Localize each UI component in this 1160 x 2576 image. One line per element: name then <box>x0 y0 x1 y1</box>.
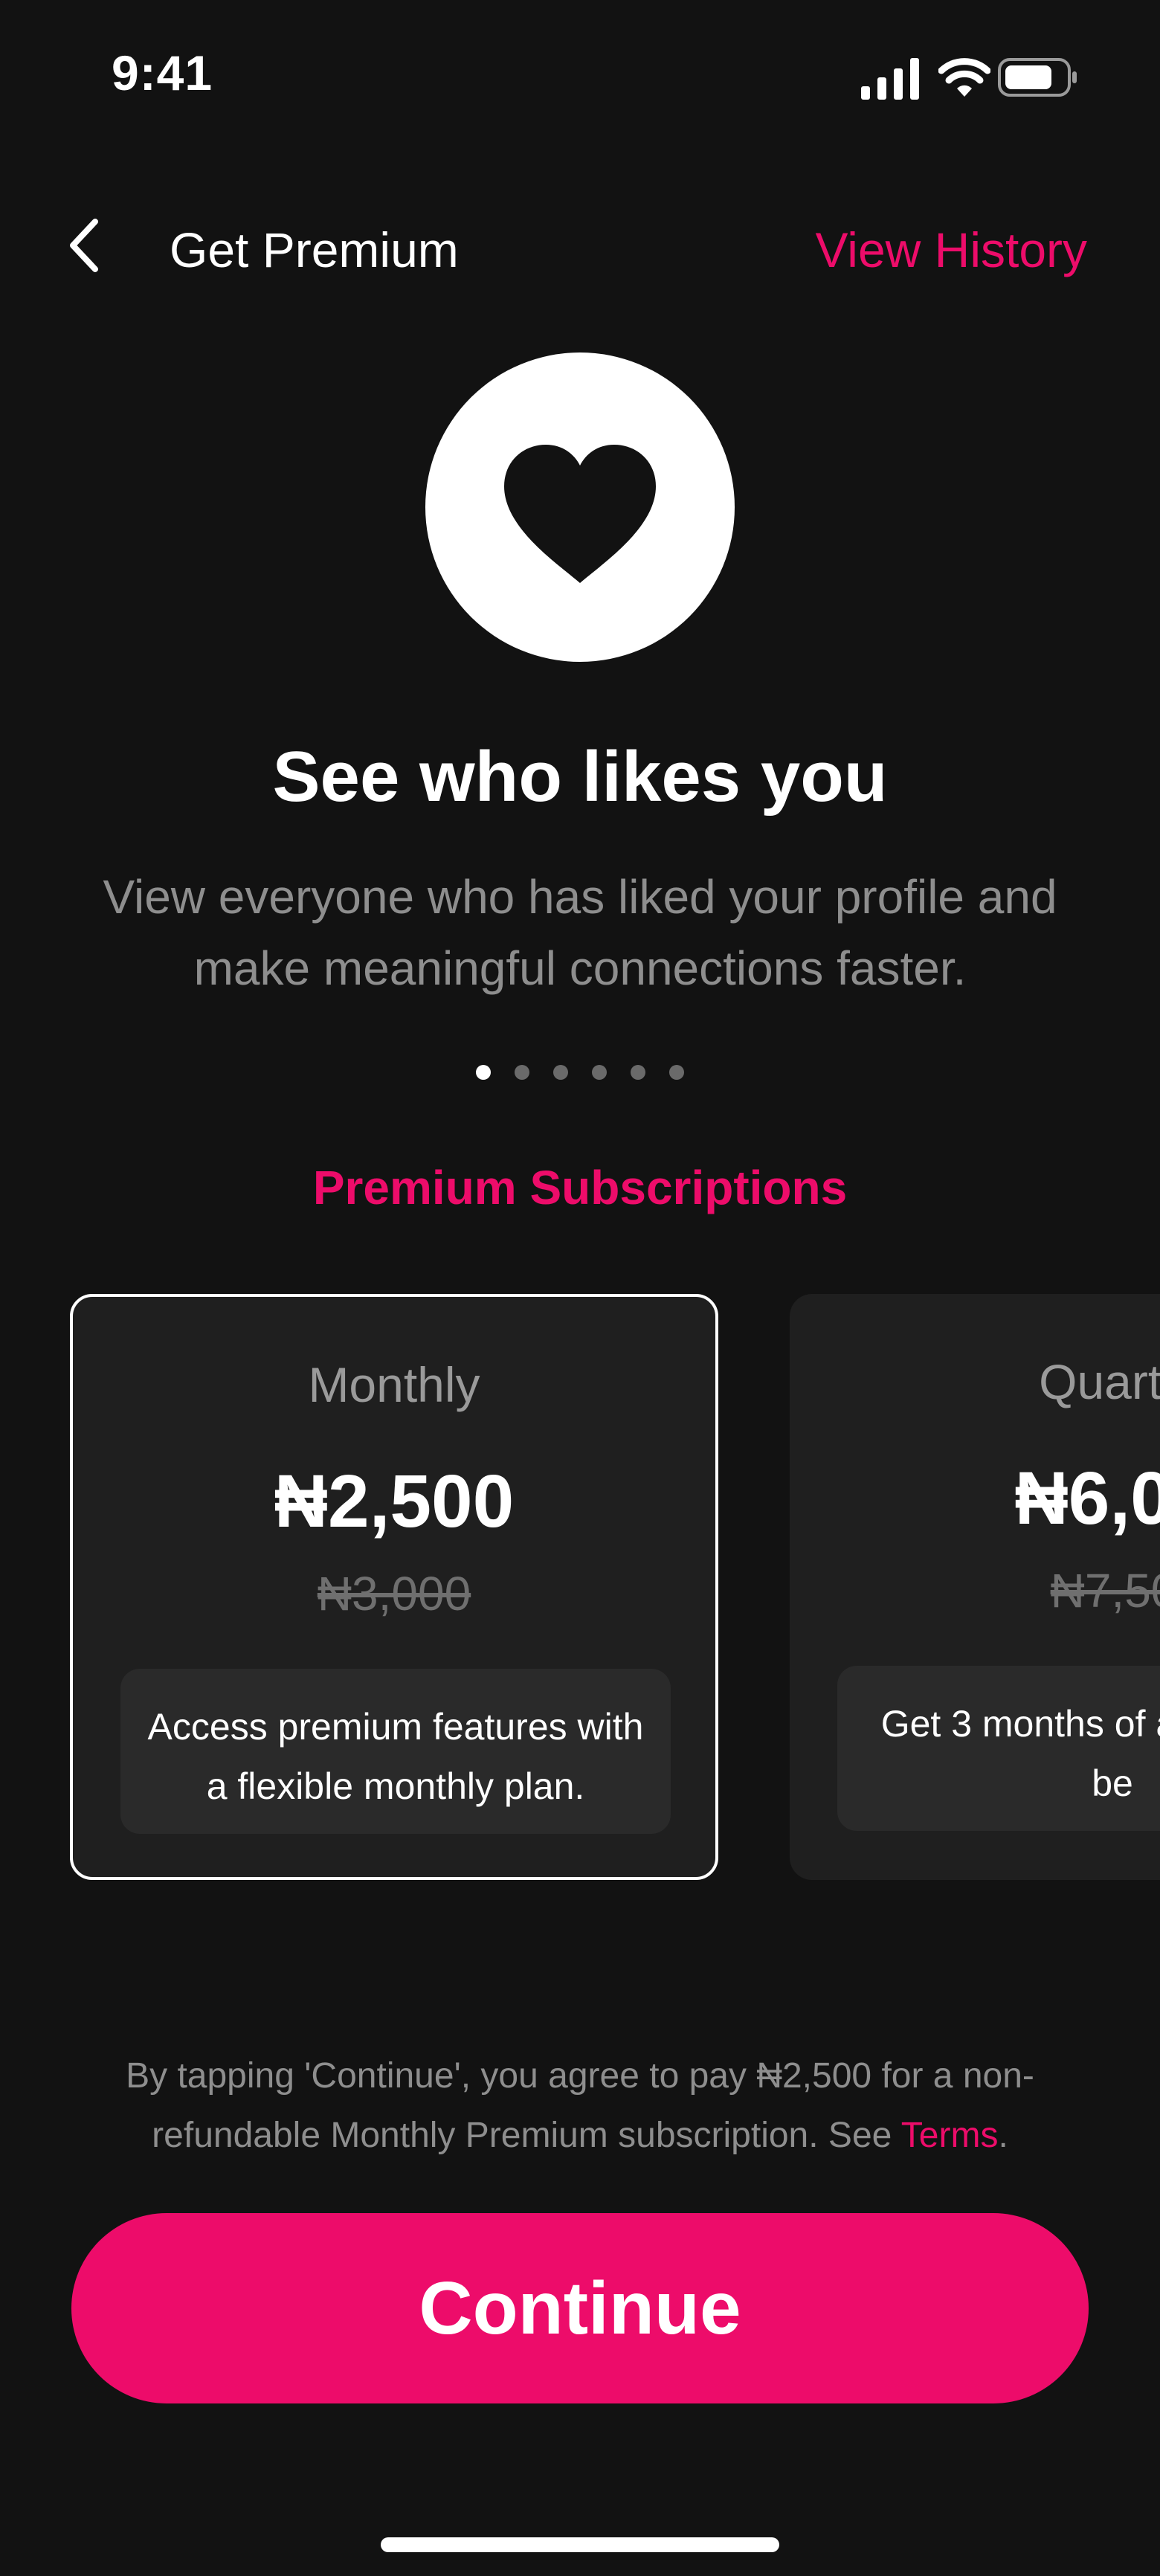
terms-link[interactable]: Terms <box>901 2116 999 2155</box>
pager-dot[interactable] <box>476 1065 491 1080</box>
page-title: Get Premium <box>170 222 459 277</box>
plan-price: ₦2,500 <box>274 1460 515 1543</box>
plan-name: Quarte <box>1039 1354 1160 1409</box>
status-time: 9:41 <box>112 45 213 100</box>
status-icons <box>842 54 1080 103</box>
feature-title: See who likes you <box>272 737 888 817</box>
status-bar: 9:41 <box>0 0 1160 149</box>
plan-original-price: ₦7,50 <box>1050 1564 1160 1617</box>
plan-price: ₦6,00 <box>1014 1457 1160 1540</box>
legal-suffix: . <box>998 2116 1008 2155</box>
plan-description: Get 3 months of access at a be <box>837 1666 1160 1831</box>
feature-icon-circle <box>425 352 735 662</box>
plans-carousel[interactable]: Monthly ₦2,500 ₦3,000 Access premium fea… <box>0 1294 1160 1881</box>
legal-text: By tapping 'Continue', you agree to pay … <box>74 2047 1086 2166</box>
battery-icon <box>998 58 1077 97</box>
cellular-signal-icon <box>861 58 919 100</box>
pager-dots <box>0 1065 1160 1080</box>
view-history-link[interactable]: View History <box>815 222 1087 278</box>
home-indicator <box>381 2537 779 2552</box>
header: Get Premium View History <box>0 201 1160 297</box>
pager-dot[interactable] <box>515 1065 529 1080</box>
section-title: Premium Subscriptions <box>312 1161 848 1214</box>
plan-card-monthly[interactable]: Monthly ₦2,500 ₦3,000 Access premium fea… <box>70 1294 718 1880</box>
chevron-left-icon[interactable] <box>59 216 112 275</box>
wifi-icon <box>938 58 990 97</box>
heart-icon <box>504 445 656 583</box>
pager-dot[interactable] <box>631 1065 645 1080</box>
pager-dot[interactable] <box>669 1065 684 1080</box>
plan-original-price: ₦3,000 <box>317 1567 471 1620</box>
pager-dot[interactable] <box>592 1065 607 1080</box>
plan-description: Access premium features with a flexible … <box>120 1669 671 1834</box>
plan-card-quarterly[interactable]: Quarte ₦6,00 ₦7,50 Get 3 months of acces… <box>790 1294 1160 1880</box>
pager-dot[interactable] <box>553 1065 568 1080</box>
legal-body: By tapping 'Continue', you agree to pay … <box>126 2056 1034 2155</box>
feature-description: View everyone who has liked your profile… <box>103 870 1057 995</box>
plan-name: Monthly <box>308 1357 480 1412</box>
continue-button[interactable]: Continue <box>71 2213 1089 2403</box>
